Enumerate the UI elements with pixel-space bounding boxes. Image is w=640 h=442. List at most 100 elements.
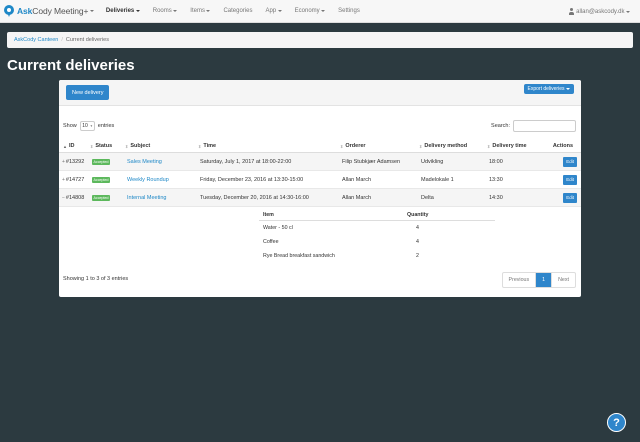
chevron-down-icon bbox=[89, 10, 94, 12]
col-time[interactable]: ⬍ Time bbox=[198, 140, 216, 152]
nav-settings[interactable]: Settings bbox=[338, 0, 360, 23]
row-status: Accepted bbox=[92, 171, 110, 188]
search-label: Search: bbox=[491, 123, 510, 129]
location-pin-icon bbox=[4, 5, 14, 17]
row-delivery-method: Delta bbox=[421, 194, 434, 201]
nav-app[interactable]: App bbox=[265, 0, 282, 23]
user-email: allan@askcody.dk bbox=[576, 8, 625, 15]
nav-rooms[interactable]: Rooms bbox=[153, 0, 178, 23]
row-orderer: Allan March bbox=[342, 194, 372, 201]
chevron-down-icon bbox=[566, 88, 570, 90]
row-actions: Edit bbox=[563, 171, 577, 188]
sort-icon: ⬍ bbox=[125, 143, 129, 149]
row-actions: Edit bbox=[563, 189, 577, 206]
col-subject[interactable]: ⬍ Subject bbox=[125, 140, 150, 152]
row-delivery-time: 18:00 bbox=[489, 158, 503, 165]
user-menu[interactable]: allan@askcody.dk bbox=[568, 0, 630, 23]
status-badge: Accepted bbox=[92, 176, 110, 183]
row-time: Saturday, July 1, 2017 at 18:00-22:00 bbox=[200, 158, 292, 165]
edit-button[interactable]: Edit bbox=[563, 174, 577, 185]
row-delivery-time: 14:30 bbox=[489, 194, 503, 201]
row-subject-link[interactable]: Sales Meeting bbox=[127, 153, 162, 170]
col-orderer[interactable]: ⬍ Orderer bbox=[340, 140, 366, 152]
sort-icon: ⬍ bbox=[340, 143, 344, 149]
table-row[interactable]: + #13292 Accepted Sales Meeting Saturday,… bbox=[59, 153, 581, 171]
row-id: + #13292 bbox=[62, 158, 85, 165]
collapse-icon[interactable]: − bbox=[62, 195, 65, 201]
help-button[interactable]: ? bbox=[607, 413, 626, 432]
items-row: Rye Bread breakfast sandwich 2 bbox=[259, 249, 495, 263]
chevron-down-icon bbox=[321, 10, 326, 12]
items-row: Coffee 4 bbox=[259, 235, 495, 249]
chevron-down-icon bbox=[277, 10, 282, 12]
status-badge: Accepted bbox=[92, 194, 110, 201]
row-status: Accepted bbox=[92, 189, 110, 206]
pagination: Previous 1 Next bbox=[501, 272, 576, 288]
sort-icon: ⬍ bbox=[419, 143, 423, 149]
export-deliveries-button[interactable]: Export deliveries bbox=[523, 84, 574, 94]
row-delivery-method: Madelokale 1 bbox=[421, 176, 454, 183]
row-actions: Edit bbox=[563, 153, 577, 170]
item-name: Coffee bbox=[263, 239, 279, 245]
sort-asc-icon: ▲ bbox=[63, 143, 67, 149]
nav-economy[interactable]: Economy bbox=[295, 0, 326, 23]
chevron-down-icon bbox=[173, 10, 178, 12]
breadcrumb: AskCody Canteen / Current deliveries bbox=[7, 32, 633, 48]
row-orderer: Filip Stubkjær Adamsen bbox=[342, 158, 401, 165]
sort-icon: ⬍ bbox=[198, 143, 202, 149]
brand-logo[interactable]: AskCody Meeting+ bbox=[0, 0, 94, 23]
row-id: + #14727 bbox=[62, 176, 85, 183]
breadcrumb-root-link[interactable]: AskCody Canteen bbox=[14, 37, 58, 43]
items-row: Water - 50 cl 4 bbox=[259, 221, 495, 235]
row-status: Accepted bbox=[92, 153, 110, 170]
row-time: Friday, December 23, 2016 at 13:30-15:00 bbox=[200, 176, 304, 183]
edit-button[interactable]: Edit bbox=[563, 156, 577, 167]
deliveries-table: ▲ ID ⬍ Status ⬍ Subject ⬍ Time ⬍ Orderer ⬍ Del… bbox=[59, 140, 581, 207]
sort-icon: ⬍ bbox=[90, 143, 94, 149]
search-control: Search: bbox=[491, 120, 576, 132]
pagination-next[interactable]: Next bbox=[552, 273, 575, 287]
page-size-select[interactable]: 10 ▾ bbox=[79, 121, 95, 131]
chevron-down-icon bbox=[206, 10, 211, 12]
col-delivery-method[interactable]: ⬍ Delivery method bbox=[419, 140, 467, 152]
col-delivery-time[interactable]: ⬍ Delivery time bbox=[487, 140, 527, 152]
col-id[interactable]: ▲ ID bbox=[63, 140, 74, 152]
item-name: Water - 50 cl bbox=[263, 225, 293, 231]
row-time: Tuesday, December 20, 2016 at 14:30-16:0… bbox=[200, 194, 309, 201]
breadcrumb-separator: / bbox=[61, 37, 63, 43]
search-input[interactable] bbox=[513, 120, 576, 132]
expand-icon[interactable]: + bbox=[62, 177, 65, 183]
nav-items[interactable]: Items bbox=[190, 0, 211, 23]
edit-button[interactable]: Edit bbox=[563, 192, 577, 203]
pagination-previous[interactable]: Previous bbox=[503, 273, 537, 287]
items-col-quantity: Quantity bbox=[407, 211, 429, 218]
entries-label: entries bbox=[97, 123, 115, 129]
item-name: Rye Bread breakfast sandwich bbox=[263, 253, 335, 259]
item-quantity: 4 bbox=[416, 239, 419, 245]
row-subject-link[interactable]: Weekly Roundup bbox=[127, 171, 169, 188]
col-status[interactable]: ⬍ Status bbox=[90, 140, 112, 152]
nav-categories[interactable]: Categories bbox=[223, 0, 252, 23]
breadcrumb-current: Current deliveries bbox=[65, 37, 109, 43]
row-orderer: Allan March bbox=[342, 176, 372, 183]
table-row[interactable]: − #14808 Accepted Internal Meeting Tuesda… bbox=[59, 189, 581, 207]
item-quantity: 2 bbox=[416, 253, 419, 259]
nav-deliveries[interactable]: Deliveries bbox=[106, 0, 140, 23]
chevron-down-icon bbox=[135, 10, 140, 12]
pagination-page-1[interactable]: 1 bbox=[536, 273, 553, 287]
items-header-row: Item Quantity bbox=[259, 209, 495, 221]
page-size-control: Show 10 ▾ entries bbox=[63, 120, 114, 132]
order-items-table: Item Quantity Water - 50 cl 4 Coffee 4 R… bbox=[259, 209, 495, 263]
show-label: Show bbox=[63, 123, 77, 129]
items-col-item: Item bbox=[263, 211, 274, 218]
row-delivery-time: 13:30 bbox=[489, 176, 503, 183]
panel-header: New delivery Export deliveries bbox=[59, 80, 581, 106]
sort-icon: ⬍ bbox=[487, 143, 491, 149]
col-actions: Actions bbox=[552, 143, 573, 149]
expand-icon[interactable]: + bbox=[62, 159, 65, 165]
table-controls: Show 10 ▾ entries Search: bbox=[63, 120, 576, 132]
table-row[interactable]: + #14727 Accepted Weekly Roundup Friday, … bbox=[59, 171, 581, 189]
row-subject-link[interactable]: Internal Meeting bbox=[127, 189, 166, 206]
new-delivery-button[interactable]: New delivery bbox=[66, 85, 110, 100]
user-icon bbox=[568, 8, 574, 15]
